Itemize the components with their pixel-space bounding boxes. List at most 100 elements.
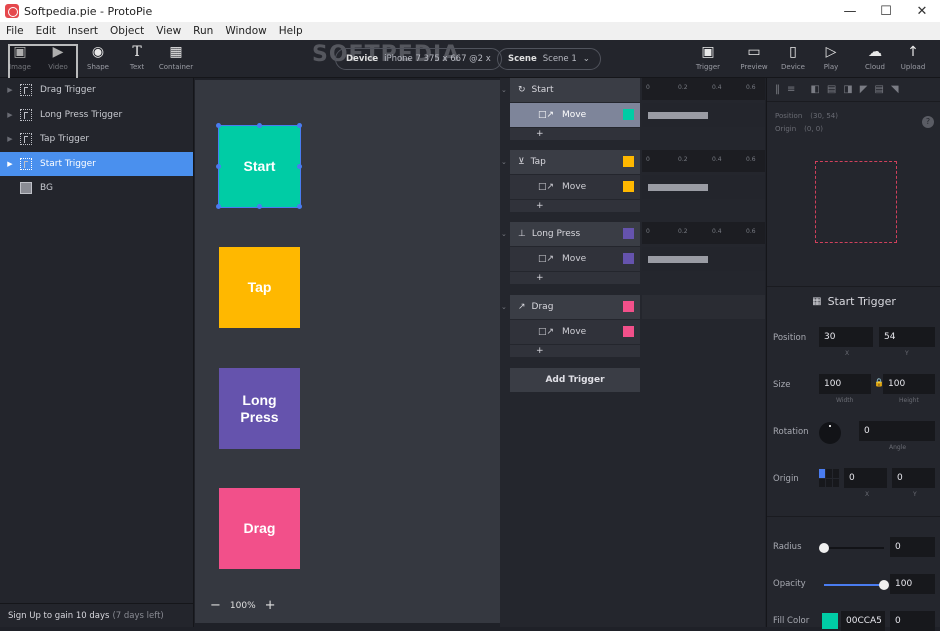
signup-text[interactable]: Sign Up to gain 10 days	[8, 611, 109, 621]
opacity-input[interactable]: 100	[890, 574, 935, 594]
resize-handle[interactable]	[257, 123, 262, 128]
play-tool-button[interactable]: ▷ Play	[811, 44, 851, 71]
radius-slider[interactable]	[819, 543, 884, 553]
zoom-out-button[interactable]: −	[210, 598, 221, 613]
response-move-drag[interactable]: □↗ Move	[510, 320, 640, 344]
collapse-chevron-icon[interactable]: ⌄	[501, 303, 507, 311]
menu-edit[interactable]: Edit	[30, 25, 62, 37]
origin-cell[interactable]	[826, 469, 832, 478]
slider-knob[interactable]	[819, 543, 829, 553]
response-move-tap[interactable]: □↗ Move	[510, 175, 640, 199]
tap-shape[interactable]: Tap	[219, 247, 300, 328]
animation-duration-bar[interactable]	[648, 184, 708, 191]
resize-handle[interactable]	[297, 204, 302, 209]
rotation-dial[interactable]	[819, 422, 841, 444]
align-center-icon[interactable]: ▤	[827, 84, 836, 95]
origin-cell[interactable]	[833, 469, 839, 478]
distribute-horizontal-icon[interactable]: ‖	[775, 84, 780, 95]
collapse-chevron-icon[interactable]: ⌄	[501, 230, 507, 238]
origin-cell[interactable]	[826, 478, 832, 487]
expand-arrow-icon[interactable]: ▶	[0, 160, 20, 168]
origin-cell[interactable]	[819, 469, 825, 478]
angle-input[interactable]: 0	[859, 421, 935, 441]
align-top-icon[interactable]: ◤	[860, 84, 868, 95]
menu-object[interactable]: Object	[104, 25, 150, 37]
expand-arrow-icon[interactable]: ▶	[0, 135, 20, 143]
layer-item-tap-trigger[interactable]: ▶ Tap Trigger	[0, 127, 193, 152]
drag-shape[interactable]: Drag	[219, 488, 300, 569]
layer-item-start-trigger[interactable]: ▶ Start Trigger	[0, 151, 193, 176]
layer-item-long-press-trigger[interactable]: ▶ Long Press Trigger	[0, 103, 193, 128]
resize-handle[interactable]	[257, 204, 262, 209]
position-x-input[interactable]: 30	[819, 327, 873, 347]
resize-handle[interactable]	[297, 123, 302, 128]
trigger-long-press[interactable]: ⊥ Long Press	[510, 222, 640, 246]
resize-handle[interactable]	[297, 164, 302, 169]
add-response-button[interactable]: +	[510, 200, 640, 212]
origin-cell[interactable]	[833, 478, 839, 487]
add-trigger-button[interactable]: Add Trigger	[510, 368, 640, 392]
distribute-vertical-icon[interactable]: ≡	[787, 84, 795, 95]
trigger-start[interactable]: ↻ Start	[510, 78, 640, 102]
start-shape[interactable]: Start	[216, 123, 302, 209]
slider-knob[interactable]	[879, 580, 889, 590]
layer-item-drag-trigger[interactable]: ▶ Drag Trigger	[0, 78, 193, 103]
upload-tool-button[interactable]: ↑ Upload	[893, 44, 933, 71]
resize-handle[interactable]	[216, 123, 221, 128]
resize-handle[interactable]	[216, 164, 221, 169]
layer-item-bg[interactable]: BG	[0, 176, 193, 201]
trigger-tap[interactable]: ⊻ Tap	[510, 150, 640, 174]
align-right-icon[interactable]: ◨	[843, 84, 852, 95]
add-response-button[interactable]: +	[510, 345, 640, 357]
expand-arrow-icon[interactable]: ▶	[0, 111, 20, 119]
response-move-start[interactable]: □↗ Move	[510, 103, 640, 127]
menu-view[interactable]: View	[150, 25, 187, 37]
origin-x-input[interactable]: 0	[844, 468, 887, 488]
response-move-long-press[interactable]: □↗ Move	[510, 247, 640, 271]
canvas[interactable]: Start Tap Long Press Drag	[195, 80, 500, 623]
minimize-button[interactable]: —	[830, 0, 870, 22]
signup-banner[interactable]: Sign Up to gain 10 days (7 days left)	[0, 603, 194, 627]
fill-hex-input[interactable]: 00CCA5	[841, 611, 885, 631]
origin-picker[interactable]	[819, 469, 840, 487]
position-y-input[interactable]: 54	[879, 327, 935, 347]
origin-cell[interactable]	[819, 478, 825, 487]
close-button[interactable]: ✕	[902, 0, 940, 22]
device-tool-button[interactable]: ▯ Device	[773, 44, 813, 71]
help-icon[interactable]: ?	[922, 116, 934, 128]
scene-selector[interactable]: Scene Scene 1 ⌄	[497, 48, 601, 70]
trigger-tool-button[interactable]: ▣ Trigger	[688, 44, 728, 71]
zoom-in-button[interactable]: +	[265, 598, 276, 613]
expand-arrow-icon[interactable]: ▶	[0, 86, 20, 94]
maximize-button[interactable]: ☐	[866, 0, 906, 22]
fill-extra-input[interactable]: 0	[890, 611, 935, 631]
menu-file[interactable]: File	[0, 25, 30, 37]
device-selector[interactable]: Device iPhone 7 375 x 667 @2 x	[335, 48, 502, 70]
animation-duration-bar[interactable]	[648, 112, 708, 119]
align-middle-icon[interactable]: ▤	[874, 84, 883, 95]
add-response-button[interactable]: +	[510, 128, 640, 140]
shape-tool-button[interactable]: ◉ Shape	[78, 44, 118, 71]
container-tool-button[interactable]: ▦ Container	[156, 44, 196, 71]
preview-tool-button[interactable]: ▭ Preview	[734, 44, 774, 71]
animation-duration-bar[interactable]	[648, 256, 708, 263]
align-left-icon[interactable]: ◧	[810, 84, 819, 95]
long-press-shape[interactable]: Long Press	[219, 368, 300, 449]
origin-y-input[interactable]: 0	[892, 468, 935, 488]
collapse-chevron-icon[interactable]: ⌄	[501, 86, 507, 94]
trigger-drag[interactable]: ↗ Drag	[510, 295, 640, 319]
resize-handle[interactable]	[216, 204, 221, 209]
opacity-slider[interactable]	[824, 580, 889, 590]
menu-window[interactable]: Window	[219, 25, 272, 37]
width-input[interactable]: 100	[819, 374, 871, 394]
align-bottom-icon[interactable]: ◥	[891, 84, 899, 95]
add-response-button[interactable]: +	[510, 272, 640, 284]
menu-run[interactable]: Run	[187, 25, 219, 37]
radius-input[interactable]: 0	[890, 537, 935, 557]
collapse-chevron-icon[interactable]: ⌄	[501, 158, 507, 166]
menu-insert[interactable]: Insert	[62, 25, 104, 37]
height-input[interactable]: 100	[883, 374, 935, 394]
menu-help[interactable]: Help	[273, 25, 309, 37]
cloud-tool-button[interactable]: ☁ Cloud	[855, 44, 895, 71]
text-tool-button[interactable]: T Text	[117, 44, 157, 71]
